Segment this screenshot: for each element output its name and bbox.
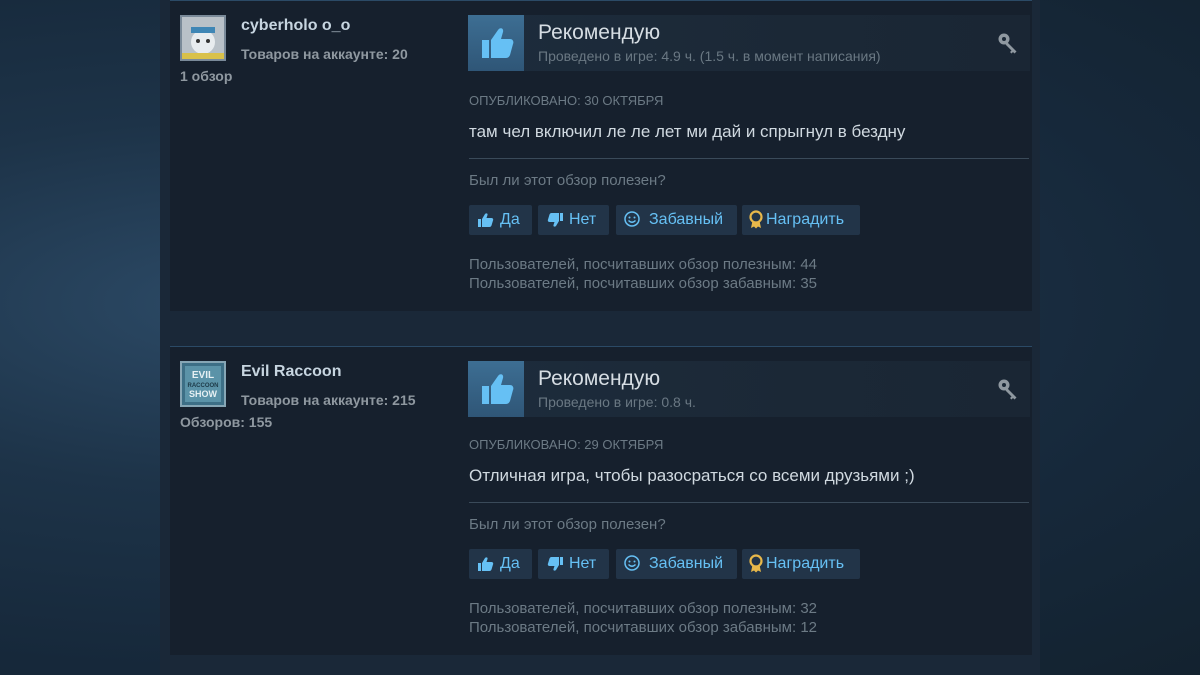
vote-no-button[interactable]: Нет: [538, 205, 609, 235]
review-stats: Пользователей, посчитавших обзор полезны…: [469, 599, 817, 637]
smiley-icon: [624, 211, 640, 227]
vote-header[interactable]: Рекомендую Проведено в игре: 4.9 ч. (1.5…: [468, 15, 1030, 71]
helpful-question: Был ли этот обзор полезен?: [469, 172, 666, 189]
vote-funny-button[interactable]: Забавный: [616, 549, 737, 579]
award-label: Наградить: [766, 555, 845, 572]
helpful-count: Пользователей, посчитавших обзор полезны…: [469, 600, 818, 617]
hours-played: Проведено в игре: 4.9 ч. (1.5 ч. в момен…: [538, 48, 881, 64]
avatar-image: [182, 17, 224, 59]
vote-no-label: Нет: [569, 211, 597, 228]
hours-played: Проведено в игре: 0.8 ч.: [538, 394, 696, 410]
review-text: там чел включил ле ле лет ми дай и спрыг…: [469, 122, 906, 141]
products-owned[interactable]: Товаров на аккаунте: 215: [241, 392, 416, 408]
key-icon: [996, 377, 1020, 406]
thumbs-up-icon: [468, 361, 524, 417]
thumbs-up-icon: [468, 15, 524, 71]
thumbs-up-icon: [478, 557, 494, 571]
award-button[interactable]: Наградить: [742, 205, 860, 235]
award-ribbon-icon: [749, 210, 763, 229]
divider: [469, 158, 1029, 159]
vote-funny-label: Забавный: [649, 211, 724, 228]
vote-funny-button[interactable]: Забавный: [616, 205, 737, 235]
review-card: cyberholo o_o Товаров на аккаунте: 20 1 …: [170, 0, 1032, 311]
author-name[interactable]: Evil Raccoon: [241, 363, 341, 381]
vote-header[interactable]: Рекомендую Проведено в игре: 0.8 ч.: [468, 361, 1030, 417]
review-verdict[interactable]: Рекомендую: [538, 21, 660, 45]
award-button[interactable]: Наградить: [742, 549, 860, 579]
avatar-image: EVIL RACCOON SHOW: [182, 363, 224, 405]
vote-no-label: Нет: [569, 555, 597, 572]
review-card: EVIL RACCOON SHOW Evil Raccoon Товаров н…: [170, 346, 1032, 655]
thumbs-up-icon: [478, 213, 494, 227]
vote-yes-button[interactable]: Да: [469, 549, 532, 579]
helpful-count: Пользователей, посчитавших обзор полезны…: [469, 256, 818, 273]
vote-yes-button[interactable]: Да: [469, 205, 532, 235]
thumbs-down-icon: [547, 213, 563, 227]
helpful-question: Был ли этот обзор полезен?: [469, 516, 666, 533]
vote-funny-label: Забавный: [649, 555, 724, 572]
products-owned[interactable]: Товаров на аккаунте: 20: [241, 46, 408, 62]
posted-date: ОПУБЛИКОВАНО: 30 ОКТЯБРЯ: [469, 93, 664, 108]
review-stats: Пользователей, посчитавших обзор полезны…: [469, 255, 817, 293]
avatar[interactable]: EVIL RACCOON SHOW: [180, 361, 226, 407]
avatar-text-3: SHOW: [189, 389, 218, 399]
award-ribbon-icon: [749, 554, 763, 573]
author-name[interactable]: cyberholo o_o: [241, 17, 350, 35]
thumbs-down-icon: [547, 557, 563, 571]
avatar-text-1: EVIL: [192, 370, 214, 381]
smiley-icon: [624, 555, 640, 571]
review-text: Отличная игра, чтобы разосраться со всем…: [469, 466, 915, 485]
key-icon: [996, 31, 1020, 60]
funny-count: Пользователей, посчитавших обзор забавны…: [469, 619, 818, 636]
vote-yes-label: Да: [500, 211, 520, 228]
divider: [469, 502, 1029, 503]
vote-yes-label: Да: [500, 555, 520, 572]
vote-no-button[interactable]: Нет: [538, 549, 609, 579]
award-label: Наградить: [766, 211, 845, 228]
reviews-count[interactable]: 1 обзор: [180, 68, 232, 84]
review-verdict[interactable]: Рекомендую: [538, 367, 660, 391]
funny-count: Пользователей, посчитавших обзор забавны…: [469, 275, 818, 292]
avatar[interactable]: [180, 15, 226, 61]
posted-date: ОПУБЛИКОВАНО: 29 ОКТЯБРЯ: [469, 437, 664, 452]
reviews-count[interactable]: Обзоров: 155: [180, 414, 272, 430]
